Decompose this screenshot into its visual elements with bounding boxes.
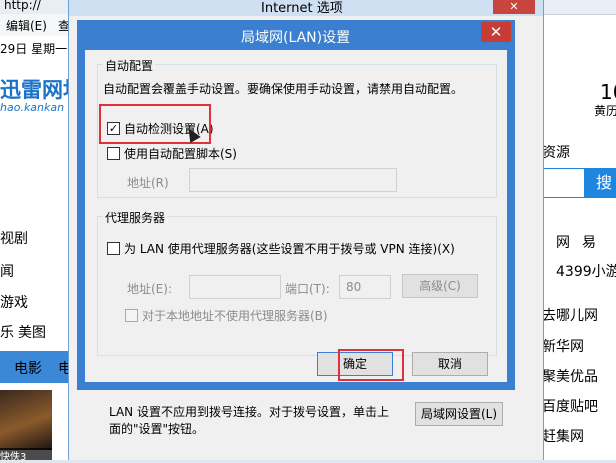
proxy-legend: 代理服务器: [103, 209, 168, 226]
auto-config-legend: 自动配置: [103, 57, 156, 74]
right-link-ganji[interactable]: 赶集网: [542, 426, 584, 446]
left-link-news[interactable]: 闻: [0, 261, 14, 281]
close-icon[interactable]: ✕: [493, 0, 535, 14]
lan-note-text: LAN 设置不应用到拨号连接。对于拨号设置，单击上面的"设置"按钮。: [109, 405, 389, 436]
use-proxy-label: 为 LAN 使用代理服务器(这些设置不用于拨号或 VPN 连接)(X): [124, 242, 455, 256]
right-link-jumei[interactable]: 聚美优品: [542, 366, 598, 386]
search-input[interactable]: [540, 168, 586, 198]
right-link-tieba[interactable]: 百度贴吧: [542, 396, 598, 416]
advanced-button[interactable]: 高级(C): [402, 274, 478, 298]
lan-settings-dialog: 局域网(LAN)设置 ✕ 自动配置 自动配置会覆盖手动设置。要确保使用手动设置，…: [77, 20, 515, 390]
use-script-label: 使用自动配置脚本(S): [124, 147, 237, 161]
checkbox-unchecked-icon[interactable]: [107, 242, 120, 255]
right-link-qunar[interactable]: 去哪儿网: [542, 305, 598, 325]
bypass-local-checkbox[interactable]: 对于本地地址不使用代理服务器(B): [125, 307, 328, 324]
resources-tab[interactable]: 资源: [542, 142, 570, 162]
proxy-address-field[interactable]: [189, 275, 281, 299]
checkbox-unchecked-icon[interactable]: [125, 309, 138, 322]
proxy-port-field[interactable]: 80: [339, 275, 391, 299]
left-link-games[interactable]: 游戏: [0, 292, 28, 312]
lan-settings-button[interactable]: 局域网设置(L): [415, 402, 503, 426]
left-link-tv[interactable]: 视剧: [0, 228, 28, 248]
close-icon[interactable]: ✕: [481, 22, 511, 42]
left-link-photos[interactable]: 美图: [18, 322, 46, 342]
right-link-yi[interactable]: 易: [582, 232, 596, 252]
cancel-button[interactable]: 取消: [412, 352, 488, 376]
address-text: http://: [4, 0, 41, 12]
movie-thumbnail[interactable]: [0, 390, 52, 450]
proxy-address-label: 地址(E):: [127, 282, 172, 296]
internet-options-titlebar: Internet 选项 ✕: [69, 0, 543, 16]
date-text: 29日 星期一 (: [0, 42, 76, 56]
script-address-label: 地址(R): [127, 176, 169, 190]
lan-dialog-title: 局域网(LAN)设置: [241, 30, 351, 46]
proxy-port-value: 80: [346, 280, 362, 294]
proxy-port-label: 端口(T):: [285, 282, 330, 296]
internet-options-title: Internet 选项: [261, 1, 343, 16]
site-url: hao.kankan: [0, 101, 65, 114]
nav-item-movies[interactable]: 电影: [14, 358, 42, 378]
script-address-field[interactable]: [189, 168, 397, 192]
auto-config-description: 自动配置会覆盖手动设置。要确保使用手动设置，请禁用自动配置。: [103, 82, 464, 96]
checkbox-unchecked-icon[interactable]: [107, 147, 120, 160]
almanac-link[interactable]: 黄历: [594, 102, 616, 119]
use-script-checkbox[interactable]: 使用自动配置脚本(S): [107, 145, 237, 162]
ok-button-highlight: [338, 349, 404, 381]
lan-dialog-titlebar[interactable]: 局域网(LAN)设置 ✕: [77, 20, 515, 50]
use-proxy-checkbox[interactable]: 为 LAN 使用代理服务器(这些设置不用于拨号或 VPN 连接)(X): [107, 240, 455, 257]
right-link-netease[interactable]: 网: [556, 232, 570, 252]
menu-item-edit[interactable]: 编辑(E): [6, 17, 47, 34]
right-link-xinhua[interactable]: 新华网: [542, 336, 584, 356]
movie-caption: 快佚3: [0, 448, 52, 463]
left-link-music[interactable]: 乐: [0, 322, 14, 342]
calendar-day: 10: [600, 80, 616, 104]
bypass-local-label: 对于本地地址不使用代理服务器(B): [142, 309, 328, 323]
search-button[interactable]: 搜: [584, 168, 616, 198]
lan-dialog-body: 自动配置 自动配置会覆盖手动设置。要确保使用手动设置，请禁用自动配置。 ✓ 自动检…: [85, 50, 507, 382]
menu-bar: 编辑(E) 查: [0, 14, 70, 37]
right-link-4399[interactable]: 4399小游: [556, 261, 616, 281]
